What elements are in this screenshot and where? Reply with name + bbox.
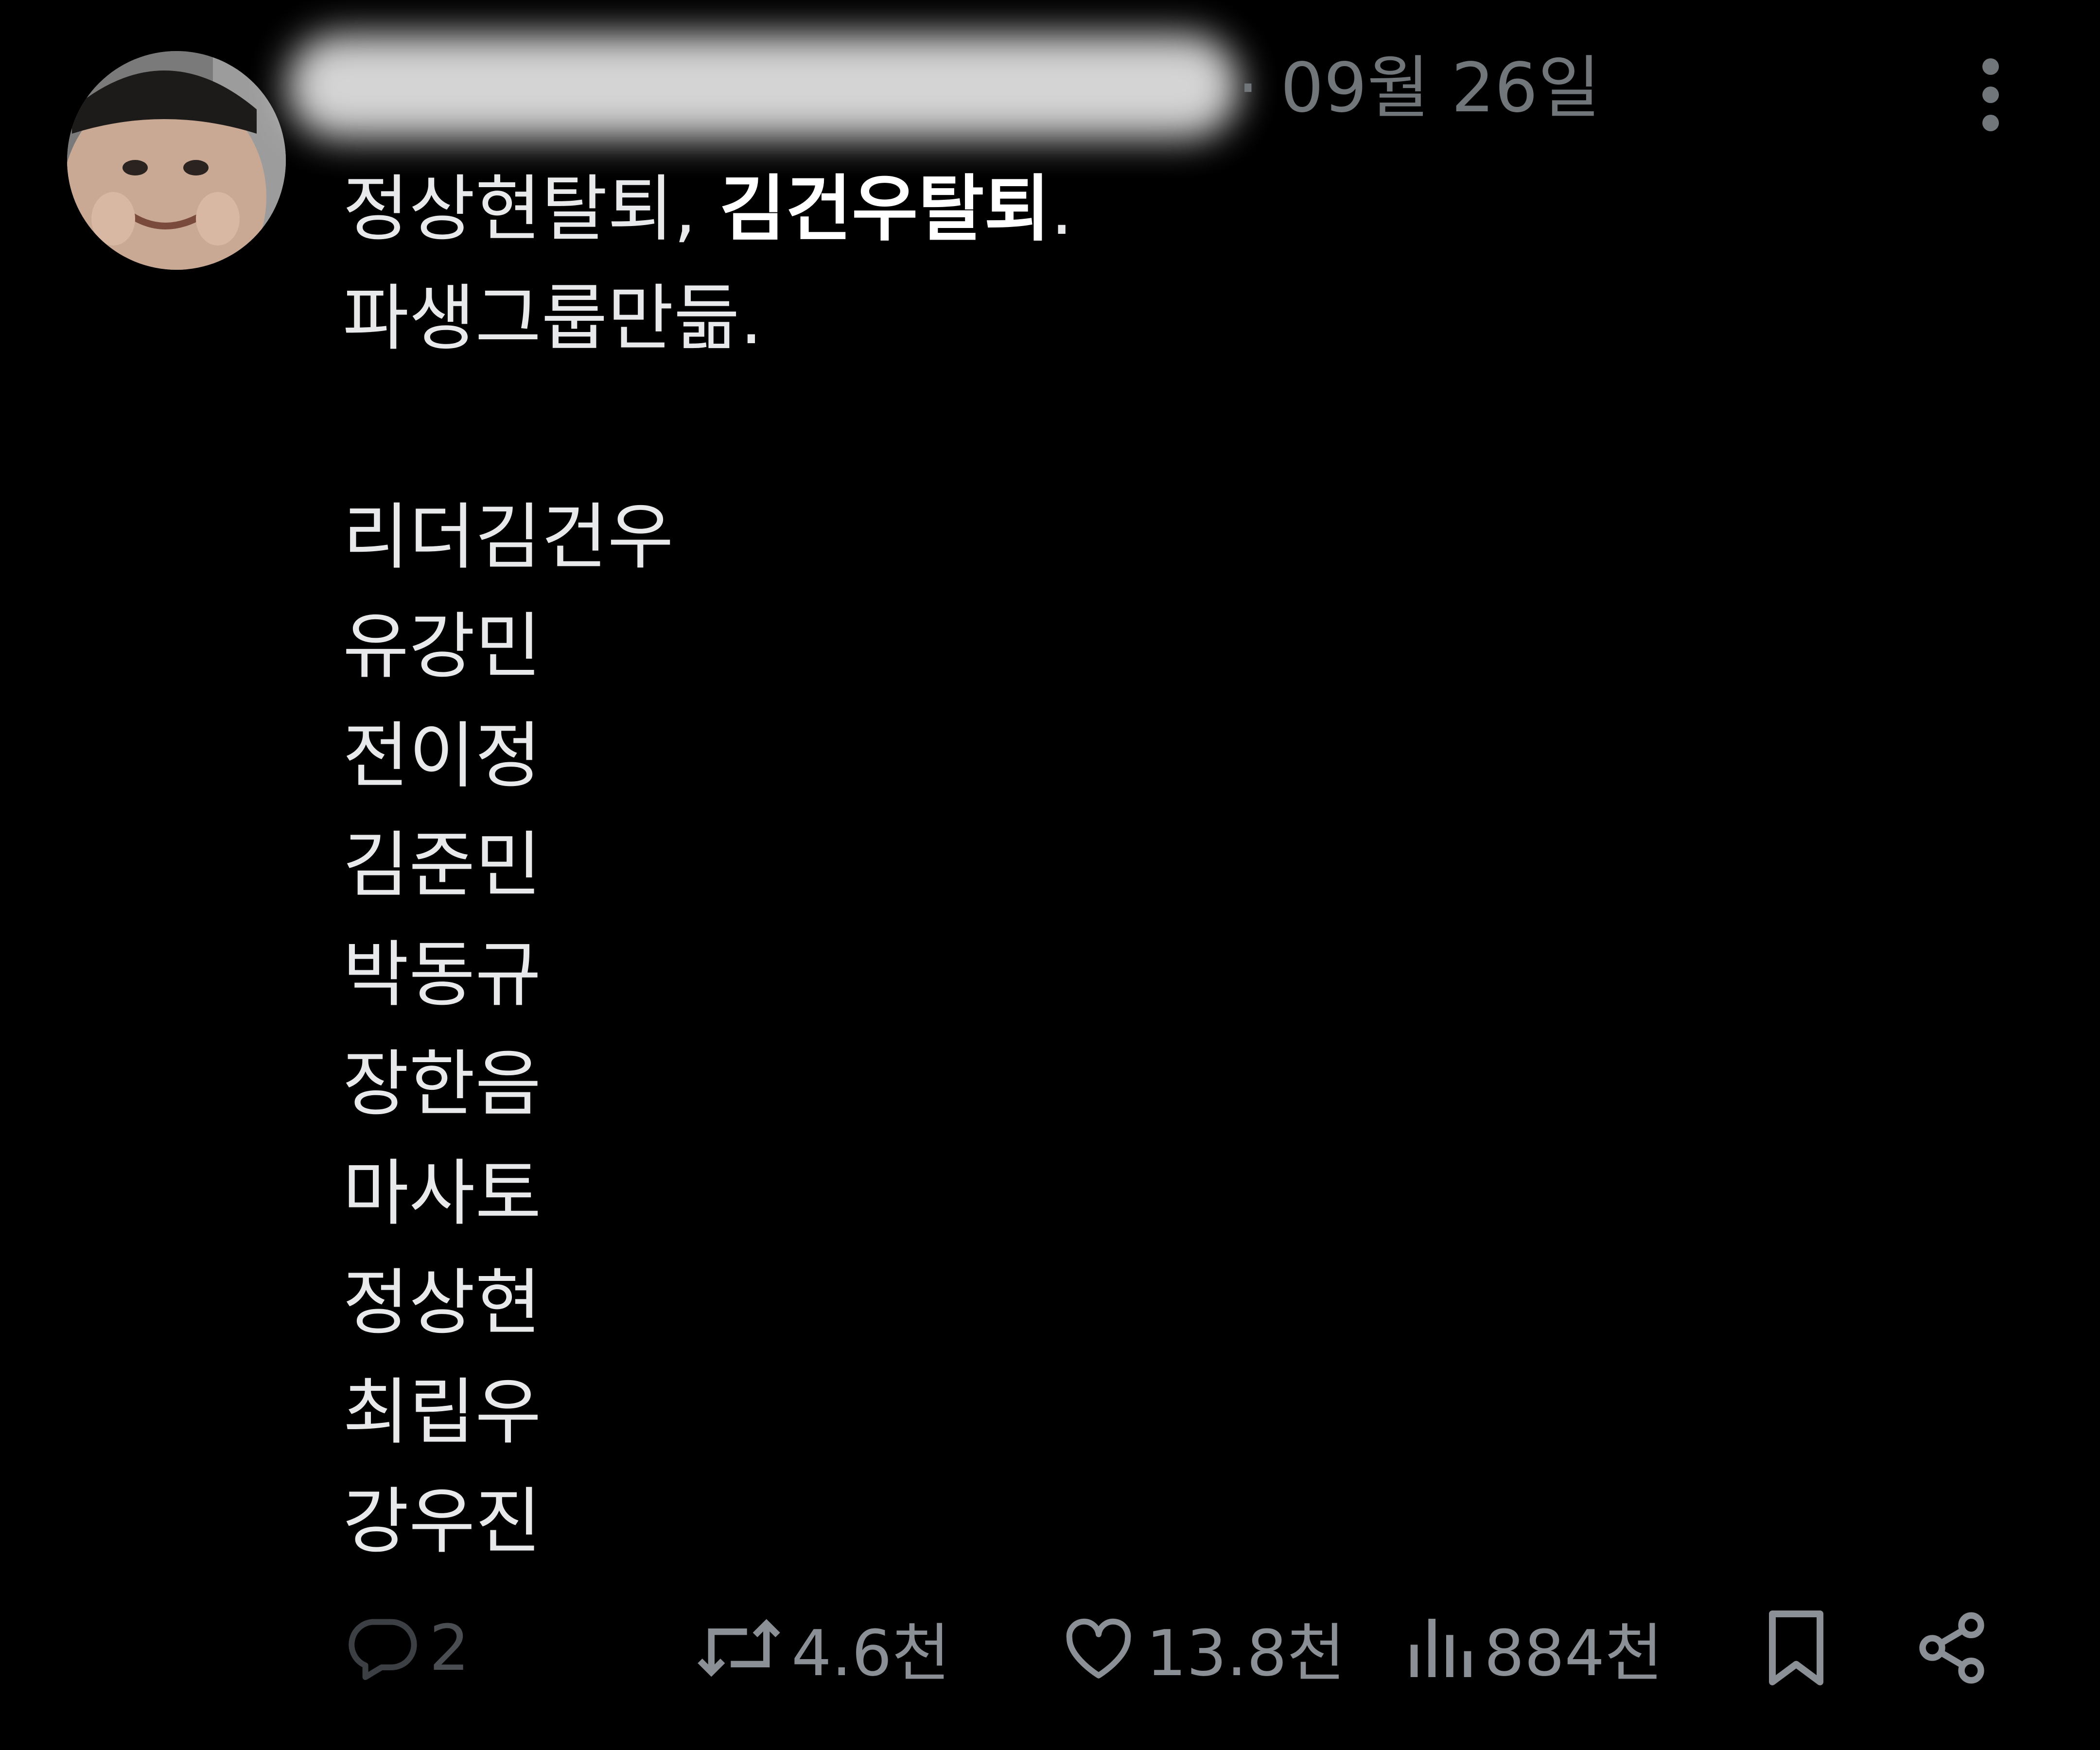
line-text: 유강민 [343,605,542,688]
post-line: 정상현탈퇴, 김건우탈퇴. [343,155,1073,264]
post-line: 장한음 [343,1030,1073,1139]
views-bar-icon [1407,1609,1475,1687]
line-text: 박동규 [343,933,542,1016]
views-count: 884천 [1484,1616,1663,1690]
line-text-tail: . [1050,167,1073,251]
post-line: 정상현 [343,1248,1073,1358]
line-text: 마사토 [343,1152,542,1235]
post-line: 리더김건우 [343,483,1073,592]
line-text: 리더김건우 [343,495,674,579]
post-line: 파생그룹만듦. [343,264,1073,373]
post-line: 박동규 [343,920,1073,1030]
line-text: 강우진 [343,1480,542,1563]
line-text: 파생그룹만듦. [343,277,763,360]
line-text: 정상현 [343,1261,542,1345]
blurred-username [287,34,1240,139]
heart-icon [1060,1609,1138,1687]
post-date: · 09월 26일 [1237,49,1601,128]
repost-button[interactable]: 4.6천 [695,1599,950,1697]
bookmark-button[interactable] [1762,1599,1830,1697]
action-bar: 2 4.6천 13.8천 884천 [0,1599,2100,1697]
post-card: · 09월 26일 정상현탈퇴, 김건우탈퇴. 파생그룹만듦. 리더김건우 유강… [0,0,2100,1750]
avatar[interactable] [67,51,286,270]
repost-icon [695,1609,783,1687]
post-line: 유강민 [343,592,1073,701]
share-icon [1913,1609,1991,1687]
reply-count: 2 [429,1611,470,1685]
more-options-icon[interactable] [1964,56,2017,134]
line-text: 장한음 [343,1042,542,1126]
post-line: 강우진 [343,1467,1073,1576]
share-button[interactable] [1913,1599,1991,1697]
post-text: 정상현탈퇴, 김건우탈퇴. 파생그룹만듦. 리더김건우 유강민 전이정 김준민 … [343,155,1073,1576]
like-button[interactable]: 13.8천 [1060,1599,1345,1697]
post-line: 최립우 [343,1358,1073,1467]
post-line: 전이정 [343,701,1073,811]
reply-icon [343,1609,420,1687]
line-text: 김준민 [343,823,542,907]
line-text: 전이정 [343,714,542,798]
post-line: 마사토 [343,1139,1073,1248]
line-text-bold: 김건우탈퇴 [719,167,1050,251]
line-text: 최립우 [343,1370,542,1454]
repost-count: 4.6천 [791,1616,950,1690]
line-text: 정상현탈퇴, [343,167,719,251]
reply-button[interactable]: 2 [343,1599,470,1697]
post-line: 김준민 [343,811,1073,920]
avatar-photo [67,51,286,270]
bookmark-icon [1762,1607,1830,1689]
views-button[interactable]: 884천 [1407,1599,1663,1697]
post-line-blank [343,373,1073,483]
like-count: 13.8천 [1146,1616,1346,1690]
